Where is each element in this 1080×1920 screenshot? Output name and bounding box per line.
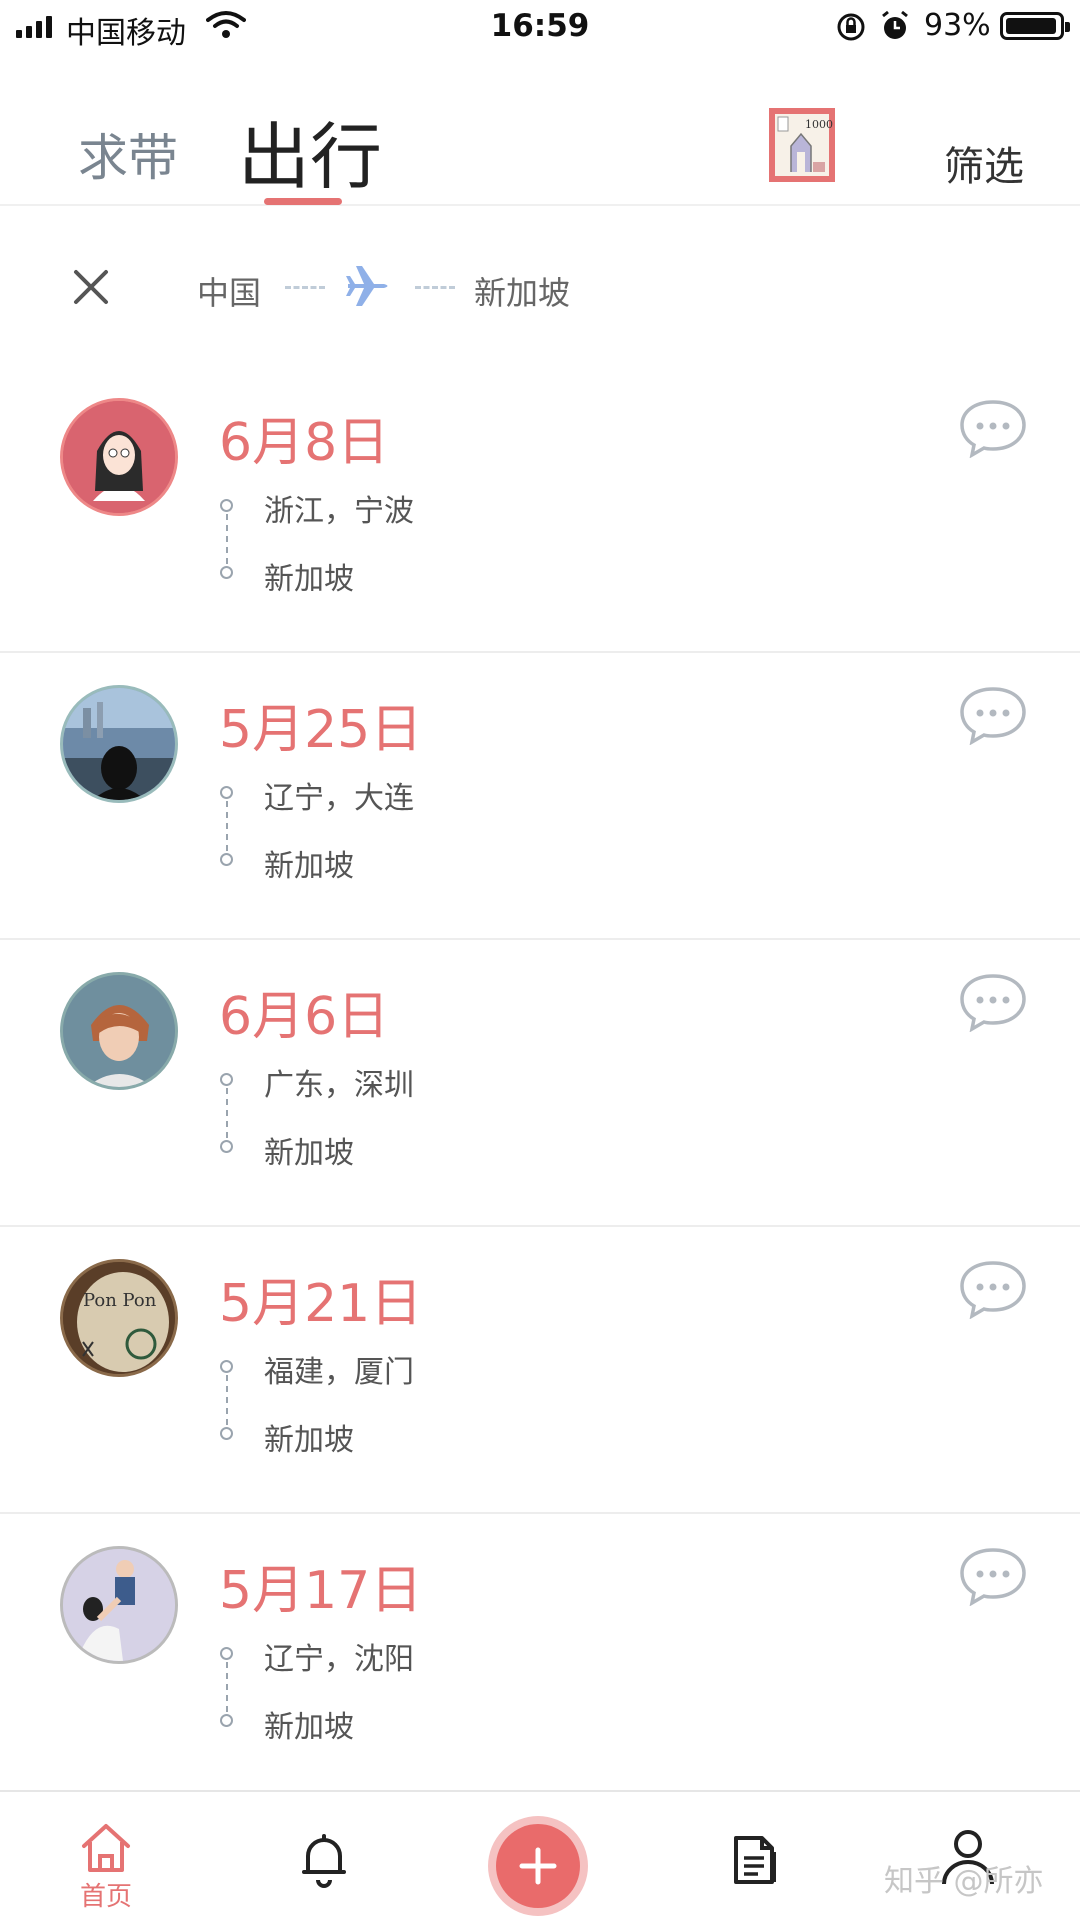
filter-button[interactable]: 筛选	[944, 134, 1024, 192]
list-item[interactable]: 6月8日 浙江，宁波 新加坡	[0, 366, 1080, 653]
trip-list: 6月8日 浙江，宁波 新加坡 5月25日 辽宁，大连 新加坡 6月6日 广东，深…	[0, 366, 1080, 1801]
trip-origin: 福建，厦门	[264, 1355, 414, 1390]
origin-dot	[220, 1360, 233, 1373]
avatar[interactable]	[60, 1546, 178, 1664]
route-bar: 中国 新加坡	[0, 206, 1080, 366]
add-button[interactable]	[488, 1816, 588, 1916]
alarm-icon	[882, 10, 908, 39]
nav-home-label[interactable]: 首页	[80, 1876, 132, 1913]
destination-dot	[220, 1714, 233, 1727]
trip-destination: 新加坡	[264, 562, 354, 597]
trip-origin: 辽宁，沈阳	[264, 1642, 414, 1677]
trip-date: 5月21日	[219, 1274, 423, 1334]
avatar[interactable]	[60, 398, 178, 516]
trip-destination: 新加坡	[264, 1136, 354, 1171]
route-from: 中国	[197, 274, 262, 312]
trip-date: 6月6日	[219, 987, 390, 1047]
chat-icon[interactable]	[958, 398, 1028, 458]
destination-dot	[220, 853, 233, 866]
list-item[interactable]: 6月6日 广东，深圳 新加坡	[0, 940, 1080, 1227]
trip-destination: 新加坡	[264, 1710, 354, 1745]
avatar[interactable]	[60, 685, 178, 803]
status-bar: 中国移动 16:59 93%	[0, 0, 1080, 56]
trip-date: 5月17日	[219, 1561, 423, 1621]
list-item[interactable]: 5月25日 辽宁，大连 新加坡	[0, 653, 1080, 940]
list-item[interactable]: Pon Pon 5月21日 福建，厦门 新加坡	[0, 1227, 1080, 1514]
plane-icon	[346, 266, 388, 306]
avatar[interactable]: Pon Pon	[60, 1259, 178, 1377]
svg-text:Pon Pon: Pon Pon	[83, 1290, 157, 1311]
plus-icon	[519, 1847, 557, 1885]
route-line	[226, 514, 228, 564]
origin-dot	[220, 786, 233, 799]
trip-destination: 新加坡	[264, 849, 354, 884]
trip-date: 5月25日	[219, 700, 423, 760]
route-dash-left	[285, 286, 325, 289]
avatar[interactable]	[60, 972, 178, 1090]
tab-qiudai[interactable]: 求带	[78, 118, 178, 190]
list-item[interactable]: 5月17日 辽宁，沈阳 新加坡	[0, 1514, 1080, 1801]
trip-origin: 浙江，宁波	[264, 494, 414, 529]
trip-destination: 新加坡	[264, 1423, 354, 1458]
active-tab-indicator	[264, 198, 342, 205]
origin-dot	[220, 1073, 233, 1086]
route-dash-right	[415, 286, 455, 289]
clock: 16:59	[490, 8, 590, 44]
origin-dot	[220, 499, 233, 512]
trip-date: 6月8日	[219, 413, 390, 473]
origin-dot	[220, 1647, 233, 1660]
route-line	[226, 1662, 228, 1712]
bell-icon[interactable]	[298, 1832, 350, 1888]
rotation-lock-icon	[837, 13, 865, 41]
chat-icon[interactable]	[958, 972, 1028, 1032]
destination-dot	[220, 1427, 233, 1440]
battery-percent: 93%	[924, 8, 991, 43]
route-line	[226, 1375, 228, 1425]
chat-icon[interactable]	[958, 1259, 1028, 1319]
header: 求带 出行 1000 筛选	[0, 56, 1080, 206]
bottom-nav: 首页	[0, 1790, 1080, 1920]
route-line	[226, 1088, 228, 1138]
svg-text:1000: 1000	[805, 118, 833, 131]
battery-icon	[1000, 12, 1070, 40]
tab-chuxing[interactable]: 出行	[238, 98, 382, 203]
close-icon[interactable]	[72, 268, 110, 306]
home-icon[interactable]	[78, 1822, 134, 1874]
stamp-icon[interactable]: 1000	[767, 106, 837, 184]
route-to: 新加坡	[474, 274, 571, 312]
document-icon[interactable]	[728, 1832, 782, 1886]
destination-dot	[220, 1140, 233, 1153]
trip-origin: 广东，深圳	[264, 1068, 414, 1103]
chat-icon[interactable]	[958, 1546, 1028, 1606]
trip-origin: 辽宁，大连	[264, 781, 414, 816]
watermark: 知乎 @所亦	[884, 1864, 1044, 1899]
route-line	[226, 801, 228, 851]
chat-icon[interactable]	[958, 685, 1028, 745]
destination-dot	[220, 566, 233, 579]
